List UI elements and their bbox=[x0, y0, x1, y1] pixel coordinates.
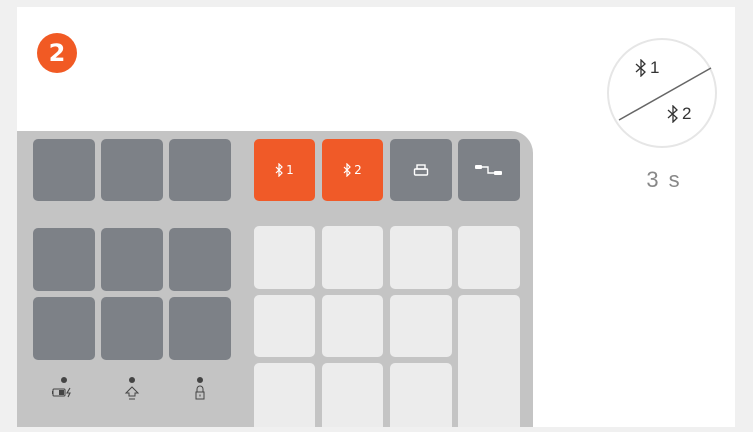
indicator-led bbox=[197, 377, 203, 383]
step-number-badge: 2 bbox=[37, 33, 77, 73]
diagram-bt2-label: 2 bbox=[682, 104, 692, 123]
keyboard-key bbox=[390, 363, 452, 427]
lock-indicator bbox=[185, 377, 215, 417]
keyboard-key bbox=[254, 363, 315, 427]
diagram-bt1: 1 bbox=[635, 58, 659, 78]
caps-lock-icon bbox=[124, 386, 140, 400]
keyboard-key bbox=[254, 226, 315, 289]
keyboard-key bbox=[101, 139, 163, 201]
indicator-led bbox=[129, 377, 135, 383]
print-key[interactable] bbox=[390, 139, 452, 201]
keyboard-key bbox=[33, 228, 95, 291]
bluetooth-1-key[interactable]: 1 bbox=[254, 139, 315, 201]
keyboard-key bbox=[322, 363, 383, 427]
keyboard-key bbox=[33, 297, 95, 360]
battery-indicator bbox=[49, 377, 79, 417]
caps-lock-indicator bbox=[117, 377, 147, 417]
diagonal-divider bbox=[618, 67, 712, 121]
keyboard-key bbox=[169, 228, 231, 291]
bluetooth-1-key-label: 1 bbox=[286, 163, 294, 177]
connection-icon bbox=[475, 165, 502, 175]
diagram-bt2: 2 bbox=[667, 104, 691, 124]
printer-icon bbox=[413, 164, 429, 176]
bluetooth-icon bbox=[635, 59, 646, 77]
indicator-led bbox=[61, 377, 67, 383]
keyboard-key bbox=[322, 295, 383, 357]
bluetooth-icon bbox=[275, 163, 284, 177]
keyboard-key bbox=[254, 295, 315, 357]
battery-charging-icon bbox=[52, 387, 71, 398]
bluetooth-2-key-label: 2 bbox=[354, 163, 362, 177]
lock-icon bbox=[195, 385, 205, 400]
keyboard-key bbox=[322, 226, 383, 289]
keyboard-key bbox=[390, 295, 452, 357]
keyboard-key bbox=[458, 295, 520, 427]
bluetooth-icon bbox=[667, 105, 678, 123]
hold-duration: 3 s bbox=[646, 167, 682, 192]
keyboard-key bbox=[169, 297, 231, 360]
connection-key[interactable] bbox=[458, 139, 520, 201]
bluetooth-2-key[interactable]: 2 bbox=[322, 139, 383, 201]
instruction-card: 2 1 2 1 2 3 s bbox=[17, 7, 735, 427]
keyboard-key bbox=[169, 139, 231, 201]
keyboard-key bbox=[33, 139, 95, 201]
keyboard-key bbox=[390, 226, 452, 289]
keyboard-key bbox=[101, 228, 163, 291]
diagram-bt1-label: 1 bbox=[650, 58, 660, 77]
keyboard-illustration: 1 2 bbox=[17, 131, 533, 427]
keyboard-key bbox=[458, 226, 520, 289]
bluetooth-combo-diagram: 1 2 bbox=[607, 38, 717, 148]
bluetooth-icon bbox=[343, 163, 352, 177]
keyboard-key bbox=[101, 297, 163, 360]
